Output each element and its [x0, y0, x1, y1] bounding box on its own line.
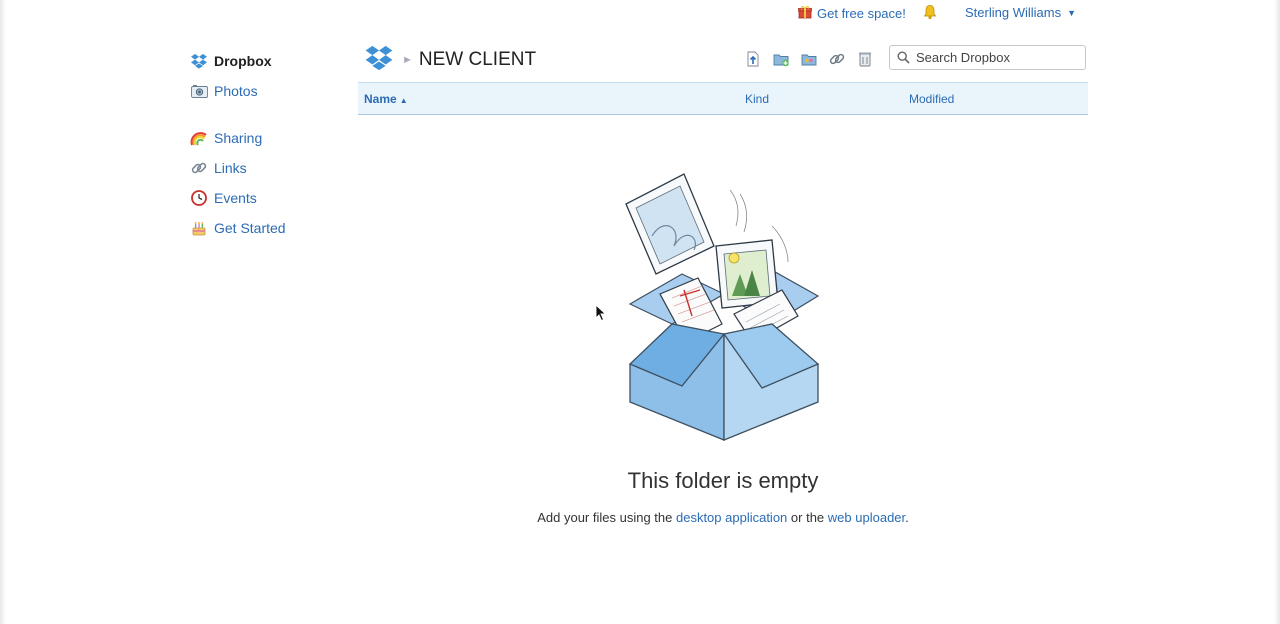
- sidebar-item-label: Dropbox: [214, 53, 272, 69]
- shared-folder-icon[interactable]: [800, 50, 818, 68]
- clock-icon: [190, 189, 208, 207]
- sidebar-item-photos[interactable]: Photos: [190, 76, 340, 106]
- sort-ascending-icon: ▲: [399, 96, 408, 105]
- share-link-icon[interactable]: [828, 50, 846, 68]
- chain-link-icon: [190, 159, 208, 177]
- deleted-files-icon[interactable]: [856, 50, 874, 68]
- new-folder-icon[interactable]: [772, 50, 790, 68]
- web-uploader-link[interactable]: web uploader: [828, 510, 905, 525]
- sidebar-item-links[interactable]: Links: [190, 153, 340, 183]
- camera-icon: [190, 82, 208, 100]
- get-free-space-label: Get free space!: [817, 6, 906, 21]
- chevron-down-icon: ▼: [1067, 7, 1076, 18]
- search-box[interactable]: [889, 45, 1086, 70]
- empty-folder-illustration: [625, 173, 820, 441]
- dropbox-home-icon[interactable]: [364, 44, 394, 76]
- folder-title: NEW CLIENT: [418, 49, 537, 70]
- user-name: Sterling Williams: [965, 5, 1062, 20]
- dropbox-icon: [190, 52, 208, 70]
- empty-message-text: or the: [790, 510, 825, 525]
- sidebar: Dropbox Photos Sharing Links Events Get …: [190, 46, 340, 243]
- sidebar-item-label: Sharing: [214, 130, 263, 146]
- toolbar: [744, 50, 884, 68]
- sidebar-item-label: Get Started: [214, 220, 286, 236]
- column-name-header[interactable]: Name ▲: [364, 92, 408, 106]
- column-kind-header[interactable]: Kind: [745, 92, 769, 106]
- sidebar-item-label: Events: [214, 190, 257, 206]
- cake-icon: [190, 219, 208, 237]
- mouse-pointer-icon: [595, 304, 607, 322]
- sidebar-item-label: Links: [214, 160, 247, 176]
- top-bar: Get free space! Sterling Williams ▼: [0, 0, 1280, 28]
- right-window-edge: [1274, 0, 1280, 624]
- column-header-row: Name ▲ Kind Modified: [358, 82, 1088, 115]
- gift-icon: [798, 5, 812, 22]
- search-icon: [897, 51, 910, 64]
- sidebar-item-label: Photos: [214, 83, 258, 99]
- folder-header: ► NEW CLIENT: [358, 40, 1088, 78]
- bell-icon: [922, 4, 938, 23]
- column-modified-header[interactable]: Modified: [909, 92, 954, 106]
- empty-message-text: Add your files using the: [537, 510, 673, 525]
- sidebar-item-get-started[interactable]: Get Started: [190, 213, 340, 243]
- sidebar-item-dropbox[interactable]: Dropbox: [190, 46, 340, 76]
- column-name-label: Name: [364, 92, 397, 106]
- left-window-edge: [0, 0, 6, 624]
- empty-folder-title: This folder is empty: [627, 468, 819, 493]
- search-input[interactable]: [916, 50, 1076, 65]
- empty-folder-message: Add your files using the desktop applica…: [0, 510, 1280, 525]
- desktop-application-link[interactable]: desktop application: [676, 510, 787, 525]
- rainbow-icon: [190, 129, 208, 147]
- sidebar-item-events[interactable]: Events: [190, 183, 340, 213]
- sidebar-item-sharing[interactable]: Sharing: [190, 123, 340, 153]
- get-free-space-link[interactable]: Get free space!: [798, 5, 906, 22]
- upload-file-icon[interactable]: [744, 50, 762, 68]
- empty-message-punctuation: .: [905, 510, 909, 525]
- breadcrumb-separator-icon: ►: [402, 54, 413, 66]
- user-menu[interactable]: Sterling Williams ▼: [965, 5, 1076, 20]
- breadcrumb: ► NEW CLIENT: [364, 44, 536, 76]
- notifications-button[interactable]: [922, 4, 938, 23]
